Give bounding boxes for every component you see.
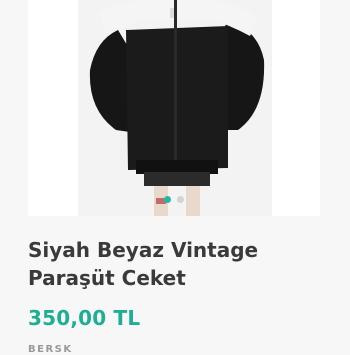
product-price: 350,00 TL xyxy=(28,306,141,330)
product-title-line2: Paraşüt Ceket xyxy=(28,266,186,290)
product-title: Siyah Beyaz Vintage Paraşüt Ceket xyxy=(28,236,328,292)
gallery-pagination xyxy=(28,196,320,203)
gallery-dot-2[interactable] xyxy=(177,196,184,203)
gallery-dot-1[interactable] xyxy=(164,196,171,203)
jacket-photo-illustration xyxy=(78,0,272,216)
product-image-card[interactable] xyxy=(28,0,320,216)
product-photo[interactable] xyxy=(78,0,272,216)
product-title-line1: Siyah Beyaz Vintage xyxy=(28,238,259,262)
